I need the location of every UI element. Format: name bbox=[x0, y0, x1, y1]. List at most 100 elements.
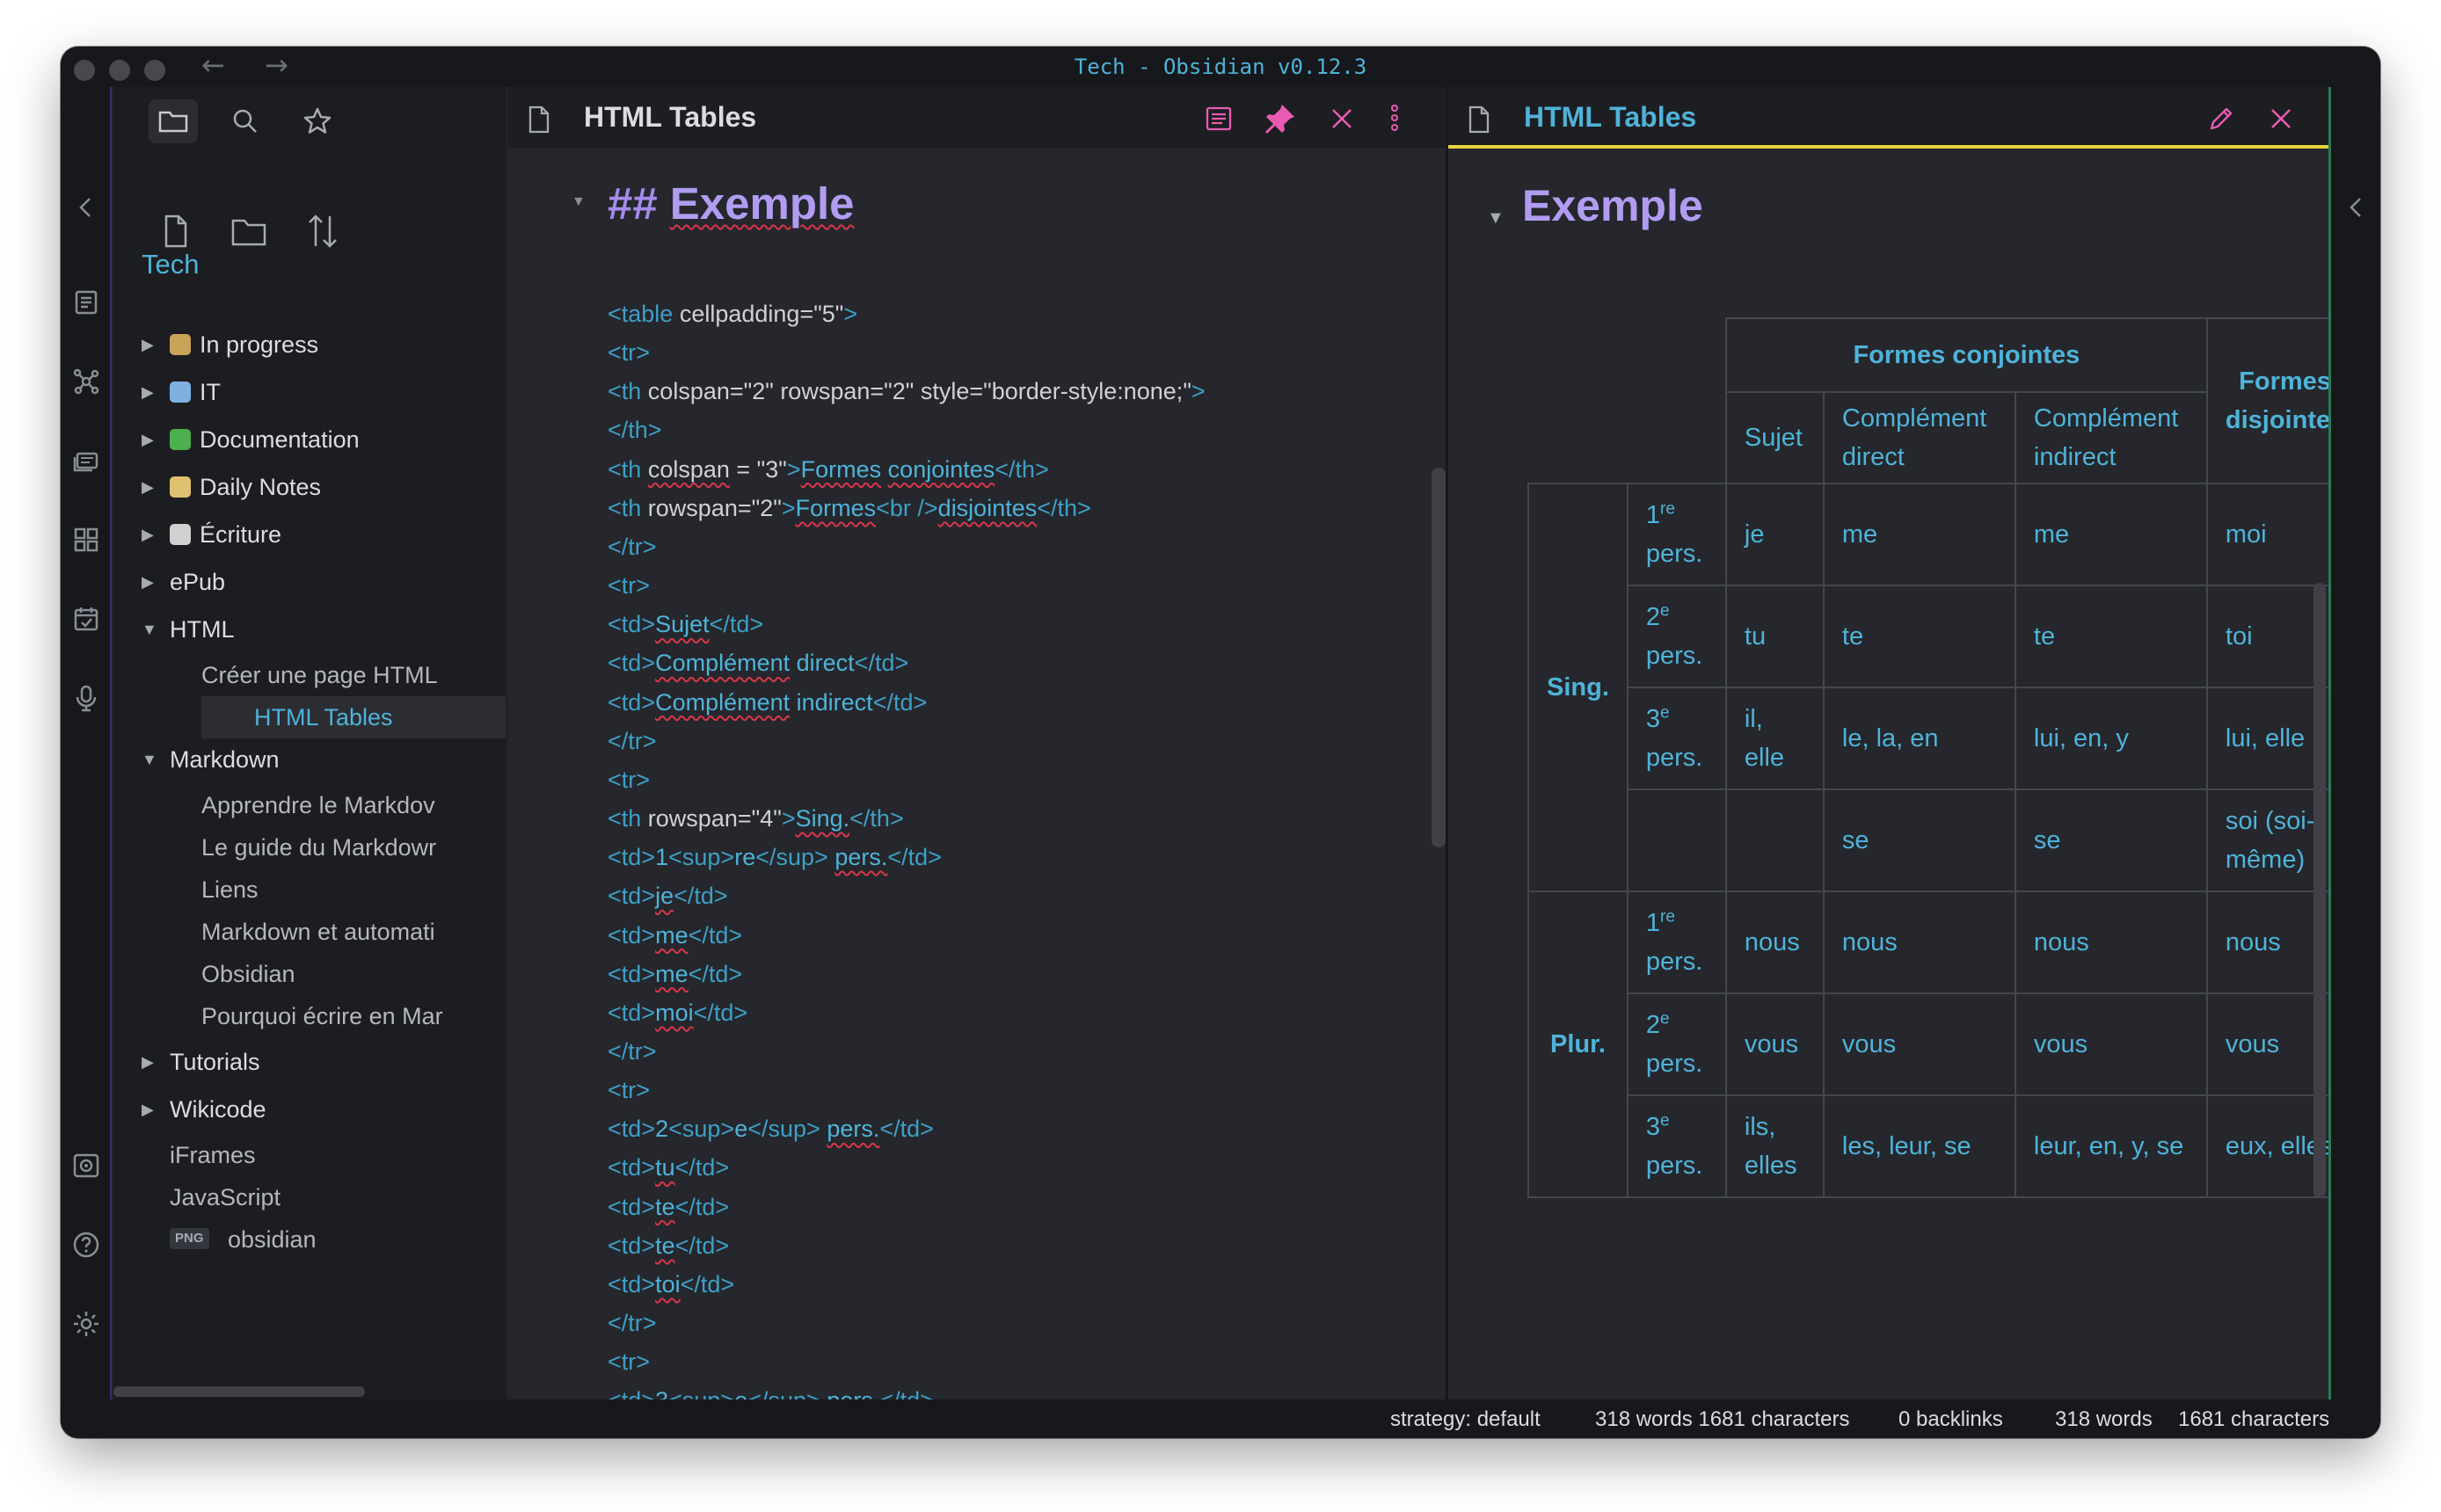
fold-heading-icon[interactable]: ▼ bbox=[572, 194, 586, 210]
folder-emoji-icon bbox=[170, 476, 191, 498]
cell-direct: me bbox=[1822, 483, 2016, 586]
quick-switcher-icon[interactable] bbox=[71, 287, 101, 317]
settings-gear-icon[interactable] bbox=[71, 1309, 101, 1339]
folder-item[interactable]: ▶ Écriture bbox=[61, 513, 453, 556]
empty-corner bbox=[1528, 318, 1726, 483]
status-preview-chars: 1681 characters bbox=[2178, 1407, 2330, 1431]
preview-mode-icon[interactable] bbox=[1204, 105, 1234, 137]
editor-pane-header: HTML Tables bbox=[508, 87, 1446, 149]
table-row: 2e pers. vous vous vous vous bbox=[1528, 992, 2364, 1096]
file-item[interactable]: Apprendre le Markdov bbox=[61, 784, 453, 826]
tree-item-label: Daily Notes bbox=[200, 474, 322, 500]
tab-file-explorer[interactable] bbox=[149, 99, 198, 143]
tree-item-label: Markdown bbox=[170, 746, 280, 773]
tree-item-label: ePub bbox=[170, 569, 226, 595]
row-header-sing: Sing. bbox=[1527, 483, 1629, 892]
folder-item[interactable]: ▶ Tutorials bbox=[61, 1041, 453, 1083]
file-icon bbox=[1466, 105, 1492, 139]
table-row: Plur. 1re pers. nous nous nous nous bbox=[1527, 890, 2364, 1198]
tree-item-label: iFrames bbox=[170, 1142, 256, 1168]
editor-vertical-scrollbar[interactable] bbox=[1432, 468, 1446, 847]
heading-hash: ## bbox=[608, 178, 658, 229]
source-heading: ## Exemple bbox=[608, 178, 855, 229]
folder-emoji-icon bbox=[170, 334, 191, 355]
status-preview-words: 318 words bbox=[2055, 1407, 2153, 1431]
search-icon bbox=[233, 109, 257, 133]
collapse-left-icon[interactable] bbox=[71, 193, 101, 222]
file-item[interactable]: Pourquoi écrire en Mar bbox=[61, 995, 453, 1037]
more-options-icon[interactable] bbox=[1389, 103, 1400, 137]
header-complement-direct: Complément direct bbox=[1822, 391, 2016, 484]
chevron-right-icon[interactable]: ▶ bbox=[142, 371, 154, 413]
folder-item[interactable]: ▶ Daily Notes bbox=[61, 466, 453, 508]
source-code[interactable]: <table cellpadding="5"> <tr> <th colspan… bbox=[608, 294, 1206, 1399]
cell-sujet: vous bbox=[1724, 992, 1825, 1096]
chevron-right-icon[interactable]: ▶ bbox=[142, 418, 154, 461]
tab-search[interactable] bbox=[221, 99, 270, 143]
tab-starred[interactable] bbox=[293, 99, 342, 143]
chevron-down-icon[interactable]: ▼ bbox=[142, 738, 157, 781]
file-item[interactable]: Liens bbox=[61, 869, 453, 911]
folder-item[interactable]: ▼ HTML bbox=[61, 608, 453, 651]
cell-direct: nous bbox=[1822, 890, 2016, 994]
folder-emoji-icon bbox=[170, 429, 191, 450]
folder-item[interactable]: ▶ Documentation bbox=[61, 418, 453, 461]
close-pane-icon[interactable] bbox=[2269, 106, 2293, 135]
chevron-right-icon[interactable]: ▶ bbox=[142, 466, 154, 508]
person-cell: 1re pers. bbox=[1626, 483, 1727, 586]
file-item[interactable]: Markdown et automati bbox=[61, 911, 453, 953]
close-pane-icon[interactable] bbox=[1330, 106, 1354, 135]
chevron-right-icon[interactable]: ▶ bbox=[142, 561, 154, 603]
folder-item[interactable]: ▶ In progress bbox=[61, 323, 453, 366]
status-strategy: strategy: default bbox=[1390, 1407, 1541, 1431]
chevron-right-icon[interactable]: ▶ bbox=[142, 1088, 154, 1130]
file-item[interactable]: JavaScript bbox=[61, 1176, 453, 1218]
sidebar-horizontal-scrollbar[interactable] bbox=[113, 1386, 365, 1397]
tree-item-label: Écriture bbox=[200, 521, 282, 548]
cell-sujet: ils, elles bbox=[1724, 1094, 1825, 1198]
collapse-right-icon[interactable] bbox=[2342, 193, 2372, 227]
cell-direct: te bbox=[1822, 585, 2016, 688]
folder-item[interactable]: ▶ ePub bbox=[61, 561, 453, 603]
cell-indirect: se bbox=[2014, 789, 2208, 892]
preview-pane-title[interactable]: HTML Tables bbox=[1524, 101, 1696, 134]
tree-item-label: JavaScript bbox=[170, 1184, 281, 1210]
tree-item-label: IT bbox=[200, 379, 221, 405]
tree-item-label: Créer une page HTML bbox=[201, 662, 438, 688]
file-item[interactable]: Le guide du Markdowr bbox=[61, 826, 453, 869]
editor-pane-title[interactable]: HTML Tables bbox=[584, 101, 756, 134]
status-backlinks[interactable]: 0 backlinks bbox=[1898, 1407, 2003, 1432]
folder-item[interactable]: ▶ IT bbox=[61, 371, 453, 413]
file-item[interactable]: Obsidian bbox=[61, 953, 453, 995]
header-complement-indirect: Complément indirect bbox=[2014, 391, 2208, 484]
file-item[interactable]: HTML Tables bbox=[201, 696, 506, 738]
preview-vertical-scrollbar[interactable] bbox=[2313, 583, 2326, 1198]
file-item[interactable]: PNG obsidian bbox=[61, 1218, 453, 1261]
status-editor-counts: 318 words 1681 characters bbox=[1595, 1407, 1850, 1431]
chevron-right-icon[interactable]: ▶ bbox=[142, 323, 154, 366]
folder-item[interactable]: ▼ Markdown bbox=[61, 738, 453, 781]
cell-direct: le, la, en bbox=[1822, 687, 2016, 790]
vault-name[interactable]: Tech bbox=[142, 249, 199, 280]
sort-icon[interactable] bbox=[302, 211, 343, 251]
pin-icon[interactable] bbox=[1261, 101, 1298, 141]
new-folder-icon[interactable] bbox=[229, 211, 269, 251]
cell-indirect: nous bbox=[2014, 890, 2208, 994]
tree-item-label: Tutorials bbox=[170, 1049, 260, 1075]
new-note-icon[interactable] bbox=[155, 211, 195, 251]
heading-text: Exemple bbox=[669, 178, 855, 229]
edit-pencil-icon[interactable] bbox=[2207, 105, 2235, 137]
sidebar-tabs bbox=[113, 87, 506, 154]
person-cell: 2e pers. bbox=[1626, 585, 1727, 688]
file-item[interactable]: Créer une page HTML bbox=[61, 654, 453, 696]
folder-emoji-icon bbox=[170, 524, 191, 545]
tree-item-label: In progress bbox=[200, 331, 319, 358]
file-item[interactable]: iFrames bbox=[61, 1134, 453, 1176]
folder-item[interactable]: ▶ Wikicode bbox=[61, 1088, 453, 1130]
chevron-down-icon[interactable]: ▼ bbox=[142, 608, 157, 651]
status-bar: strategy: default 318 words 1681 charact… bbox=[61, 1399, 2380, 1438]
fold-heading-icon[interactable]: ▼ bbox=[1487, 208, 1505, 229]
chevron-right-icon[interactable]: ▶ bbox=[142, 1041, 154, 1083]
chevron-right-icon[interactable]: ▶ bbox=[142, 513, 154, 556]
table-row: se se soi (soi-même) bbox=[1528, 789, 2364, 892]
